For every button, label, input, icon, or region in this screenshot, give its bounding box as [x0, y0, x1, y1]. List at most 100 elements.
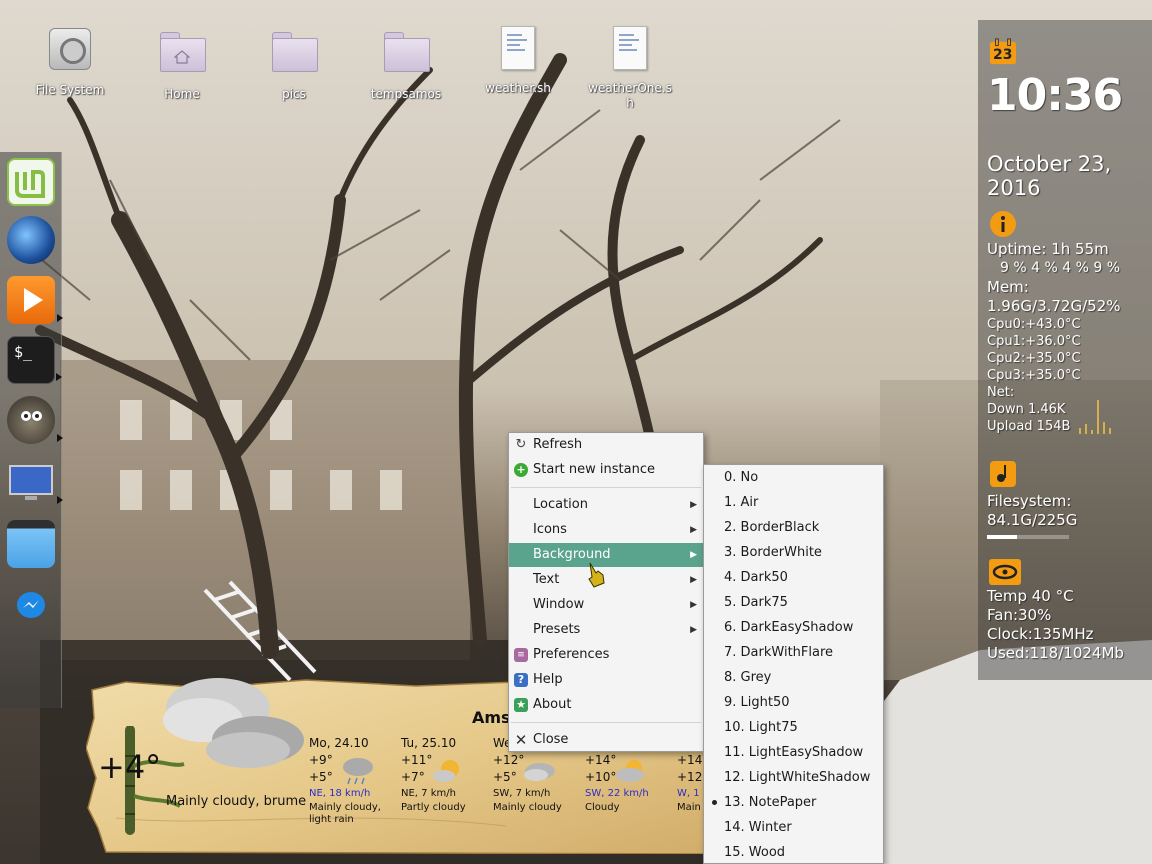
desktop-icon-file-system[interactable]: File System [20, 26, 120, 98]
option-label: 11. LightEasyShadow [724, 745, 864, 760]
dock-item-terminal[interactable]: $_ [7, 336, 62, 384]
option-label: 0. No [724, 470, 759, 485]
background-option-darkeasyshadow[interactable]: 6. DarkEasyShadow [704, 615, 883, 640]
menu-item-location[interactable]: Location ▶ [509, 493, 703, 517]
calendar-day: 23 [993, 47, 1013, 63]
cloudy-sun-icon [616, 760, 644, 782]
clock-time: 10:36 [987, 70, 1123, 121]
background-option-no[interactable]: 0. No [704, 465, 883, 490]
background-option-wood[interactable]: 15. Wood [704, 840, 883, 864]
menu-item-refresh[interactable]: ↻ Refresh [509, 433, 703, 457]
mint-logo-icon [15, 170, 45, 198]
menu-item-label: Presets [533, 622, 581, 637]
menu-item-about[interactable]: ★ About [509, 693, 703, 717]
background-option-light50[interactable]: 9. Light50 [704, 690, 883, 715]
net-activity-graph [1079, 400, 1111, 434]
refresh-icon: ↻ [515, 437, 527, 452]
dock-item-files[interactable] [7, 520, 55, 568]
background-option-light75[interactable]: 10. Light75 [704, 715, 883, 740]
forecast-low: +12 [677, 770, 703, 784]
submenu-arrow-icon: ▶ [690, 600, 697, 610]
forecast-wind: NE, 7 km/h [401, 788, 456, 799]
cpu0-temp: Cpu0:+43.0°C [987, 317, 1081, 332]
background-option-air[interactable]: 1. Air [704, 490, 883, 515]
menu-item-label: Help [533, 672, 563, 687]
menu-item-help[interactable]: ? Help [509, 668, 703, 692]
background-option-dark50[interactable]: 4. Dark50 [704, 565, 883, 590]
menu-item-label: Window [533, 597, 585, 612]
forecast-wind: SW, 22 km/h [585, 788, 649, 799]
forecast-wind: W, 1 [677, 788, 700, 799]
dock-item-display[interactable] [7, 458, 63, 506]
monitor-icon [9, 465, 53, 500]
background-option-grey[interactable]: 8. Grey [704, 665, 883, 690]
dock-item-thunderbird[interactable] [7, 216, 55, 264]
background-option-notepaper[interactable]: 13. NotePaper [704, 790, 883, 815]
gimp-icon [21, 411, 42, 421]
dock-item-mint-menu[interactable] [7, 158, 55, 206]
net-upload: Upload 154B [987, 419, 1071, 434]
menu-item-label: Icons [533, 522, 567, 537]
background-option-lighteasyshadow[interactable]: 11. LightEasyShadow [704, 740, 883, 765]
mainly-cloudy-icon [524, 763, 555, 781]
forecast-condition: Cloudy [585, 802, 620, 813]
background-option-darkwithflare[interactable]: 7. DarkWithFlare [704, 640, 883, 665]
uptime-text: Uptime: 1h 55m [987, 240, 1109, 258]
gpu-memory-used: Used:118/1024Mb [987, 644, 1124, 662]
menu-item-icons[interactable]: Icons ▶ [509, 518, 703, 542]
net-down: Down 1.46K [987, 402, 1066, 417]
option-label: 2. BorderBlack [724, 520, 820, 535]
desktop-icon-pics[interactable]: pics [244, 26, 344, 102]
desktop-icon-label: File System [35, 83, 105, 97]
info-icon [990, 211, 1016, 237]
filesystem-usage-bar [987, 535, 1069, 539]
partly-cloudy-icon [433, 760, 459, 782]
menu-item-preferences[interactable]: ≡ Preferences [509, 643, 703, 667]
desktop-icon-weatherone-sh[interactable]: weatherOne.sh [580, 26, 680, 111]
forecast-high: +14 [677, 753, 703, 767]
cpu-usage-text: 9 % 4 % 4 % 9 % [1000, 260, 1120, 276]
date-line1: October 23, [987, 152, 1112, 176]
menu-item-close[interactable]: ✕ Close [509, 728, 703, 752]
forecast-high: +9° [309, 753, 333, 767]
forecast-day: Tu, 25.10 [401, 736, 457, 750]
context-menu: ↻ Refresh + Start new instance Location … [508, 432, 704, 752]
menu-item-label: About [533, 697, 572, 712]
desktop-icon-label: weather.sh [485, 81, 551, 95]
gpu-fan: Fan:30% [987, 606, 1052, 624]
desktop-icon-weather-sh[interactable]: weather.sh [468, 26, 568, 96]
submenu-arrow-icon: ▶ [690, 625, 697, 635]
option-label: 7. DarkWithFlare [724, 645, 834, 660]
forecast-high: +12° [493, 753, 525, 767]
dock-item-gimp[interactable] [7, 396, 63, 444]
menu-item-start-new-instance[interactable]: + Start new instance [509, 458, 703, 482]
script-file-icon [608, 26, 652, 72]
option-label: 3. BorderWhite [724, 545, 822, 560]
desktop-icon-tempsamos[interactable]: tempsamos [356, 26, 456, 102]
folder-icon [272, 32, 318, 78]
forecast-day: Mo, 24.10 [309, 736, 369, 750]
background-option-lightwhiteshadow[interactable]: 12. LightWhiteShadow [704, 765, 883, 790]
dock-item-media-player[interactable] [7, 276, 63, 324]
background-option-borderblack[interactable]: 2. BorderBlack [704, 515, 883, 540]
nvidia-icon [989, 559, 1021, 585]
option-label: 10. Light75 [724, 720, 798, 735]
background-option-winter[interactable]: 14. Winter [704, 815, 883, 840]
submenu-arrow-icon: ▶ [690, 525, 697, 535]
drive-icon [48, 28, 92, 74]
option-label: 15. Wood [724, 845, 786, 860]
mouse-pointer-icon [588, 562, 605, 588]
terminal-icon: $_ [14, 343, 33, 361]
background-option-borderwhite[interactable]: 3. BorderWhite [704, 540, 883, 565]
option-label: 6. DarkEasyShadow [724, 620, 854, 635]
close-icon: ✕ [514, 731, 528, 749]
forecast-condition: Mainly cloudy [493, 802, 562, 813]
menu-item-window[interactable]: Window ▶ [509, 593, 703, 617]
conky-system-monitor: 23 10:36 October 23, 2016 Uptime: 1h 55m… [978, 20, 1152, 680]
menu-item-presets[interactable]: Presets ▶ [509, 618, 703, 642]
menu-separator [511, 487, 701, 488]
selected-radio-icon [712, 800, 717, 805]
dock-item-messenger[interactable] [7, 582, 55, 630]
desktop-icon-home[interactable]: Home [132, 26, 232, 102]
background-option-dark75[interactable]: 5. Dark75 [704, 590, 883, 615]
